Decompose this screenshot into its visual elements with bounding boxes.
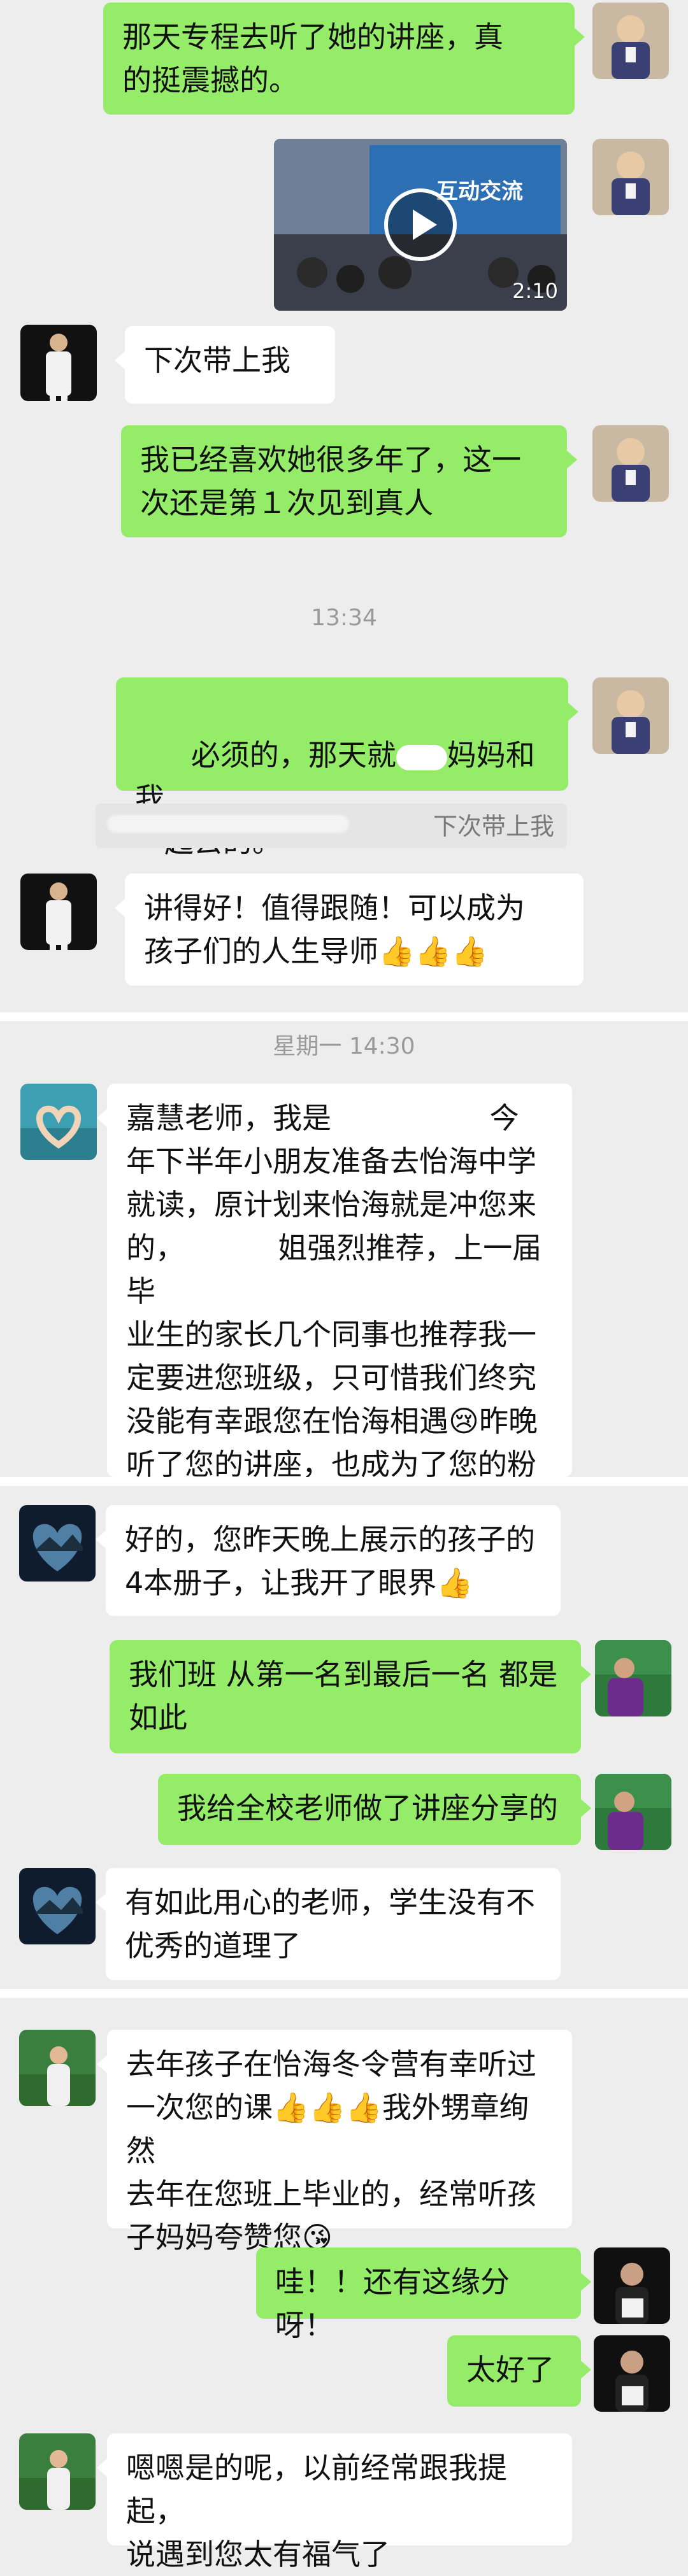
chat-segment-4: 去年孩子在怡海冬令营有幸听过 一次您的课👍👍👍我外甥章绚然 去年在您班上毕业的，… [0, 1998, 688, 2572]
avatar-child-icon[interactable] [592, 3, 669, 79]
avatar-teacher-classroom-icon[interactable] [595, 1774, 671, 1850]
avatar-child-icon[interactable] [592, 139, 669, 215]
redaction-mark [396, 744, 447, 770]
avatar-teacher-portrait-icon[interactable] [594, 2247, 670, 2324]
quoted-reply[interactable]: 下次带上我 [96, 803, 567, 848]
avatar-child-icon[interactable] [592, 677, 669, 754]
play-icon[interactable] [382, 187, 459, 263]
avatar-teacher-classroom-icon[interactable] [595, 1640, 671, 1716]
message-bubble-sent[interactable]: 我们班 从第一名到最后一名 都是 如此 [110, 1640, 591, 1753]
message-bubble-sent[interactable]: 我已经喜欢她很多年了，这一 次还是第１次见到真人 [121, 425, 577, 537]
segment-divider [0, 1989, 688, 1998]
video-duration: 2:10 [512, 279, 558, 303]
message-bubble-received[interactable]: 好的，您昨天晚上展示的孩子的 4本册子，让我开了眼界👍 [96, 1505, 561, 1616]
message-bubble-sent[interactable]: 哇！！还有这缘分呀！ [256, 2247, 591, 2342]
chat-segment-1: 那天专程去听了她的讲座，真 的挺震撼的。 互动交流 2:10 下次带上我 我已经… [0, 0, 688, 1012]
timestamp: 13:34 [311, 605, 377, 631]
avatar-child-icon[interactable] [592, 425, 669, 502]
avatar-woman-white-suit-icon[interactable] [20, 874, 97, 950]
message-bubble-sent[interactable]: 我给全校老师做了讲座分享的 [158, 1774, 591, 1845]
avatar-heart-hands-icon[interactable] [20, 1084, 97, 1160]
segment-divider [0, 1012, 688, 1021]
message-bubble-received[interactable]: 下次带上我 [115, 326, 335, 404]
avatar-heart-landscape-icon[interactable] [19, 1868, 96, 1944]
avatar-woman-white-suit-icon[interactable] [20, 325, 97, 401]
message-bubble-received[interactable]: 嗯嗯是的呢，以前经常跟我提起， 说遇到您太有福气了 [97, 2433, 572, 2572]
message-bubble-received[interactable]: 去年孩子在怡海冬令营有幸听过 一次您的课👍👍👍我外甥章绚然 去年在您班上毕业的，… [97, 2030, 572, 2254]
chat-screenshot: 那天专程去听了她的讲座，真 的挺震撼的。 互动交流 2:10 下次带上我 我已经… [0, 0, 688, 2572]
avatar-teacher-portrait-icon[interactable] [594, 2335, 670, 2412]
avatar-girl-garden-icon[interactable] [19, 2030, 96, 2106]
message-bubble-received[interactable]: 讲得好！值得跟随！可以成为 孩子们的人生导师👍👍👍 [115, 874, 584, 986]
video-message[interactable]: 互动交流 2:10 [274, 139, 567, 311]
message-bubble-sent[interactable]: 太好了 [447, 2335, 591, 2407]
avatar-heart-landscape-icon[interactable] [19, 1505, 96, 1582]
timestamp: 星期一 14:30 [273, 1033, 415, 1059]
segment-divider [0, 1477, 688, 1486]
quoted-text: 下次带上我 [433, 812, 554, 840]
message-bubble-sent[interactable]: 必须的，那天就妈妈和我 一起去的。 [116, 677, 578, 859]
message-text-part: 必须的，那天就 [190, 738, 396, 772]
blurred-quote-sender [107, 815, 349, 833]
message-bubble-received[interactable]: 嘉慧老师，我是 今 年下半年小朋友准备去怡海中学 就读，原计划来怡海就是冲您来 … [97, 1084, 572, 1525]
chat-segment-3: 好的，您昨天晚上展示的孩子的 4本册子，让我开了眼界👍 我们班 从第一名到最后一… [0, 1486, 688, 1989]
avatar-girl-garden-icon[interactable] [19, 2433, 96, 2510]
message-bubble-sent[interactable]: 那天专程去听了她的讲座，真 的挺震撼的。 [103, 3, 585, 115]
message-bubble-received[interactable]: 有如此用心的老师，学生没有不 优秀的道理了 [96, 1868, 561, 1980]
chat-segment-2: 星期一 14:30 嘉慧老师，我是 今 年下半年小朋友准备去怡海中学 就读，原计… [0, 1021, 688, 1525]
